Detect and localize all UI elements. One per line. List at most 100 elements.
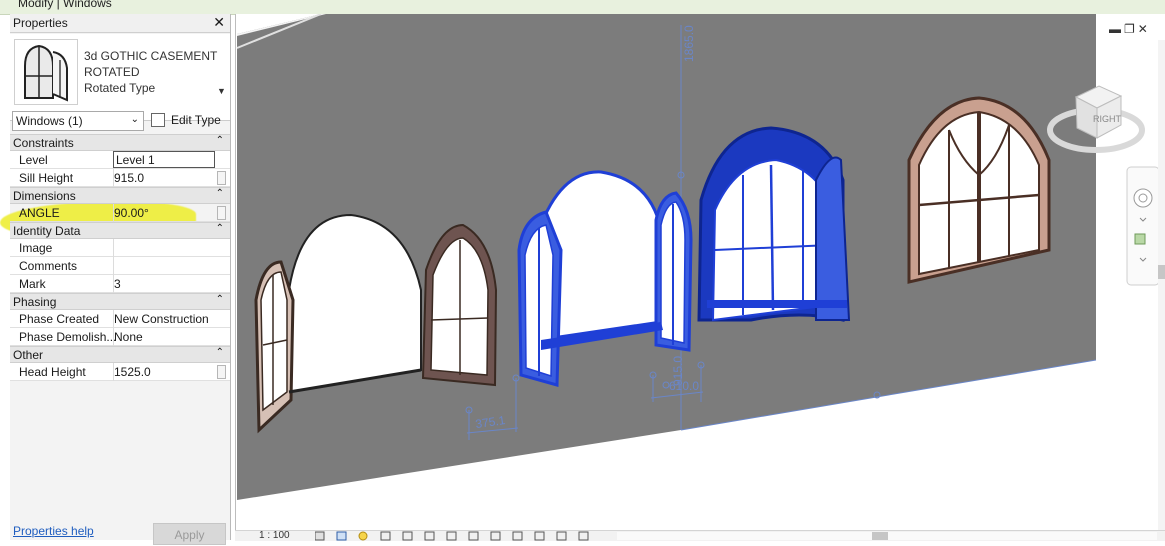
type-name-line-1: 3d GOTHIC CASEMENT (84, 49, 218, 63)
head-height-field[interactable]: 1525.0 (114, 365, 212, 379)
context-title: Modify | Windows (18, 0, 112, 10)
chevron-down-icon: ⌄ (130, 114, 139, 125)
reveal-hidden-icon[interactable] (512, 531, 523, 541)
chevron-down-icon[interactable]: ▼ (217, 86, 226, 96)
type-name: 3d GOTHIC CASEMENT ROTATED Rotated Type (84, 48, 217, 96)
properties-title: Properties (13, 16, 68, 30)
restore-icon[interactable]: ❐ (1124, 22, 1138, 36)
view-control-bar: 1 : 100 (235, 530, 1165, 541)
lock-view-icon[interactable] (468, 531, 479, 541)
property-row-phase-demolished[interactable]: Phase Demolish... None (10, 328, 230, 346)
property-name: Head Height (19, 365, 86, 379)
navigation-bar[interactable] (1126, 166, 1160, 286)
properties-title-bar: Properties ✕ (10, 14, 230, 33)
property-row-angle[interactable]: ANGLE 90.00° (10, 204, 230, 222)
collapse-icon[interactable]: ⌃ (216, 135, 224, 146)
horizontal-scrollbar[interactable] (617, 532, 1157, 540)
phase-created-field[interactable]: New Construction (114, 312, 212, 326)
collapse-icon[interactable]: ⌃ (216, 294, 224, 305)
angle-field[interactable]: 90.00° (114, 206, 212, 220)
edit-type-label: Edit Type (171, 113, 221, 127)
temporary-hide-icon[interactable] (490, 531, 501, 541)
sun-path-icon[interactable] (358, 531, 368, 541)
type-name-line-2: ROTATED (84, 65, 140, 79)
detail-level-icon[interactable] (315, 531, 325, 541)
instance-filter-dropdown[interactable]: Windows (1) ⌄ (12, 111, 144, 131)
type-selector[interactable]: 3d GOTHIC CASEMENT ROTATED Rotated Type … (10, 34, 230, 121)
properties-grid: Constraints ⌃ Level Level 1 Sill Height … (10, 134, 230, 381)
column-divider (113, 239, 114, 257)
property-row-level[interactable]: Level Level 1 (10, 151, 230, 169)
property-name: Mark (19, 277, 46, 291)
view-window-controls[interactable]: ▬❐✕ (1109, 22, 1151, 36)
rendering-icon[interactable] (402, 531, 413, 541)
property-name: Image (19, 241, 53, 255)
horizontal-scroll-thumb[interactable] (872, 532, 888, 540)
close-icon[interactable]: ✕ (213, 14, 225, 31)
property-name: Sill Height (19, 171, 74, 185)
property-row-comments[interactable]: Comments (10, 257, 230, 275)
associate-parameter-button[interactable] (217, 171, 226, 185)
properties-help-link[interactable]: Properties help (13, 524, 94, 538)
group-label: Constraints (13, 136, 74, 150)
instance-row: Windows (1) ⌄ Edit Type (10, 110, 230, 134)
type-name-line-3: Rotated Type (84, 81, 156, 95)
sill-height-field[interactable]: 915.0 (114, 171, 212, 185)
group-other[interactable]: Other ⌃ (10, 346, 230, 363)
property-row-head-height[interactable]: Head Height 1525.0 (10, 363, 230, 381)
associate-parameter-button[interactable] (217, 206, 226, 220)
group-constraints[interactable]: Constraints ⌃ (10, 134, 230, 151)
associate-parameter-button[interactable] (217, 365, 226, 379)
property-name: Phase Created (19, 312, 100, 326)
dimension-head-height[interactable]: 1865.0 (682, 25, 696, 62)
instance-filter-value: Windows (1) (16, 114, 83, 128)
close-icon[interactable]: ✕ (1138, 22, 1151, 36)
property-row-phase-created[interactable]: Phase Created New Construction (10, 310, 230, 328)
collapse-icon[interactable]: ⌃ (216, 347, 224, 358)
edit-type-button[interactable]: Edit Type (151, 110, 229, 132)
viewcube-face-label[interactable]: RIGHT (1093, 114, 1122, 124)
highlight-displacement-icon[interactable] (578, 531, 589, 541)
ribbon-context-bar: Modify | Windows (0, 0, 1165, 15)
group-label: Dimensions (13, 189, 76, 203)
property-row-sill-height[interactable]: Sill Height 915.0 (10, 169, 230, 187)
steering-wheel-icon[interactable] (1133, 188, 1153, 208)
group-label: Phasing (13, 295, 57, 309)
group-dimensions[interactable]: Dimensions ⌃ (10, 187, 230, 204)
minimize-icon[interactable]: ▬ (1109, 22, 1124, 36)
group-phasing[interactable]: Phasing ⌃ (10, 293, 230, 310)
property-name: ANGLE (19, 206, 60, 220)
crop-view-icon[interactable] (424, 531, 435, 541)
collapse-icon[interactable]: ⌃ (216, 223, 224, 234)
analytical-model-icon[interactable] (556, 531, 567, 541)
type-thumbnail (14, 39, 78, 105)
phase-demolished-field[interactable]: None (114, 330, 212, 344)
property-row-image[interactable]: Image (10, 239, 230, 257)
shadows-icon[interactable] (380, 531, 391, 541)
dimension-width-center[interactable]: 610.0 (669, 379, 699, 393)
vertical-scroll-thumb[interactable] (1158, 265, 1165, 279)
level-field[interactable]: Level 1 (113, 151, 215, 168)
property-row-mark[interactable]: Mark 3 (10, 275, 230, 293)
property-name: Level (19, 153, 48, 167)
model-canvas[interactable]: 1865.0 375.1 915.0 610.0 RIGHT (236, 14, 1165, 530)
apply-button[interactable]: Apply (153, 523, 226, 545)
group-label: Other (13, 348, 44, 362)
group-identity-data[interactable]: Identity Data ⌃ (10, 222, 230, 239)
properties-palette: Properties ✕ 3d GOTHIC CASEMENT ROTATED … (0, 14, 231, 545)
window-3[interactable] (697, 126, 851, 322)
group-label: Identity Data (13, 224, 81, 238)
3d-viewport[interactable]: 1865.0 375.1 915.0 610.0 RIGHT ▬❐✕ (235, 14, 1165, 530)
collapse-icon[interactable]: ⌃ (216, 188, 224, 199)
window-4[interactable] (907, 96, 1051, 284)
worksharing-icon[interactable] (534, 531, 545, 541)
view-scale[interactable]: 1 : 100 (259, 530, 290, 541)
visual-style-icon[interactable] (336, 531, 347, 541)
property-name: Comments (19, 259, 78, 273)
mark-field[interactable]: 3 (114, 277, 212, 291)
edit-type-icon (151, 113, 165, 127)
zoom-region-icon[interactable] (1134, 233, 1146, 245)
show-crop-icon[interactable] (446, 531, 457, 541)
vertical-scrollbar[interactable] (1158, 40, 1165, 530)
gothic-window-icon (24, 44, 68, 102)
